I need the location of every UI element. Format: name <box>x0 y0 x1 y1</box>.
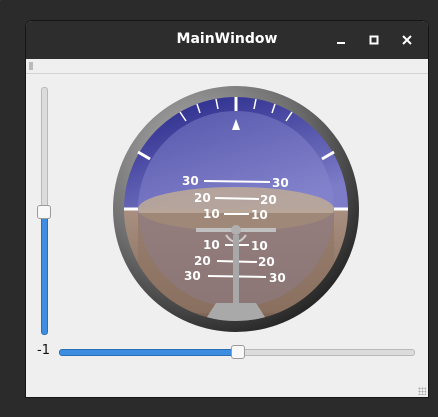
pitch-label-30-left: 30 <box>182 174 199 188</box>
title-bar[interactable]: MainWindow <box>26 21 428 59</box>
pitch-label-30-right: 30 <box>272 176 289 190</box>
value-label: -1 <box>37 343 50 358</box>
horizontal-slider-handle[interactable] <box>231 345 245 359</box>
attitude-indicator: 30 30 20 20 10 10 10 10 20 20 30 30 <box>113 86 359 332</box>
pitch-label-minus10-right: 10 <box>251 239 268 253</box>
pitch-line-30-up <box>203 180 271 183</box>
pitch-label-10-right: 10 <box>251 208 268 222</box>
minimize-icon <box>337 42 345 44</box>
close-icon <box>402 35 412 45</box>
pitch-label-minus20-right: 20 <box>258 255 275 269</box>
pitch-label-minus20-left: 20 <box>194 254 211 268</box>
pitch-label-minus30-right: 30 <box>269 271 286 285</box>
vertical-slider-track[interactable] <box>41 87 48 213</box>
pitch-label-20-right: 20 <box>260 193 277 207</box>
pitch-label-10-left: 10 <box>203 207 220 221</box>
aircraft-center-dot <box>231 225 241 235</box>
maximize-icon <box>369 35 379 45</box>
pitch-line-20-up <box>214 197 260 200</box>
horizontal-slider-fill[interactable] <box>59 349 239 356</box>
minimize-button[interactable] <box>332 31 350 49</box>
desktop-separator <box>0 0 1 1</box>
close-button[interactable] <box>398 31 416 49</box>
toolbar-grip[interactable] <box>29 62 33 70</box>
pitch-label-minus30-left: 30 <box>184 269 201 283</box>
horizontal-slider[interactable] <box>59 345 415 359</box>
pitch-label-20-left: 20 <box>194 191 211 205</box>
toolbar-area <box>26 59 428 74</box>
resize-grip[interactable] <box>418 387 426 395</box>
vertical-slider[interactable] <box>37 87 51 335</box>
pitch-label-minus10-left: 10 <box>203 238 220 252</box>
vertical-slider-fill[interactable] <box>41 211 48 335</box>
aircraft-stand <box>233 235 239 305</box>
vertical-slider-handle[interactable] <box>37 205 51 219</box>
maximize-button[interactable] <box>365 31 383 49</box>
main-window: MainWindow 30 30 20 20 10 10 10 10 20 20… <box>26 21 428 397</box>
horizontal-slider-track[interactable] <box>239 349 415 356</box>
